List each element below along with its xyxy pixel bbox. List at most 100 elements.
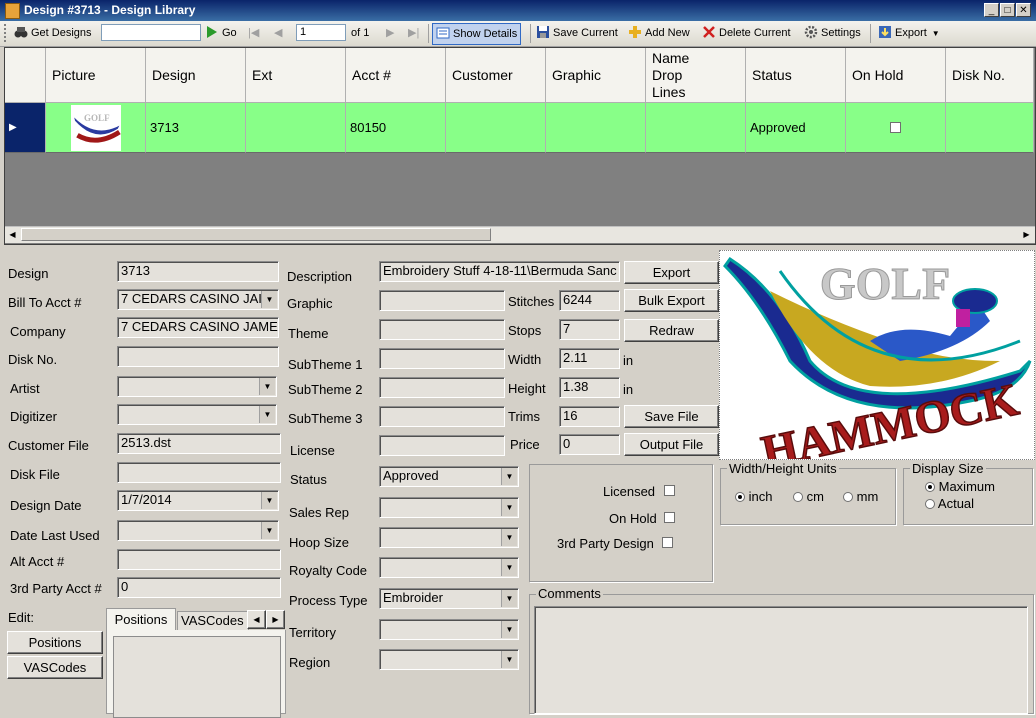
- hoop-size-combo[interactable]: ▼: [379, 527, 519, 548]
- region-combo[interactable]: ▼: [379, 649, 519, 670]
- date-last-used-picker[interactable]: ▼: [117, 520, 279, 541]
- column-header-ext[interactable]: Ext: [246, 48, 346, 103]
- territory-combo[interactable]: ▼: [379, 619, 519, 640]
- column-header-disk-no[interactable]: Disk No.: [946, 48, 1034, 103]
- settings-button[interactable]: Settings: [804, 25, 861, 42]
- tab-vascodes[interactable]: VASCodes: [177, 611, 249, 631]
- delete-current-button[interactable]: Delete Current: [702, 25, 791, 42]
- cell-ext[interactable]: [246, 103, 346, 153]
- cell-disk-no[interactable]: [946, 103, 1034, 153]
- digitizer-combo[interactable]: ▼: [117, 404, 277, 425]
- on-hold-grid-checkbox[interactable]: [890, 122, 901, 133]
- chevron-down-icon[interactable]: ▼: [261, 291, 277, 308]
- on-hold-checkbox[interactable]: [664, 512, 675, 523]
- third-party-acct-field[interactable]: 0: [117, 577, 281, 598]
- design-date-picker[interactable]: 1/7/2014 ▼: [117, 490, 279, 511]
- chevron-down-icon[interactable]: ▼: [501, 621, 517, 638]
- prev-page-icon[interactable]: ◀: [274, 25, 282, 42]
- unit-cm-radio[interactable]: cm: [793, 489, 824, 504]
- first-page-icon[interactable]: |◀: [248, 25, 259, 42]
- process-type-combo[interactable]: Embroider ▼: [379, 588, 519, 609]
- height-field[interactable]: 1.38: [559, 377, 620, 398]
- tab-positions[interactable]: Positions: [106, 608, 176, 631]
- company-field[interactable]: 7 CEDARS CASINO JAME: [117, 317, 279, 338]
- disk-file-field[interactable]: [117, 462, 281, 483]
- graphic-field[interactable]: [379, 290, 505, 311]
- licensed-checkbox[interactable]: [664, 485, 675, 496]
- chevron-down-icon[interactable]: ▼: [259, 406, 275, 423]
- cell-design[interactable]: 3713: [146, 103, 246, 153]
- stitches-field[interactable]: 6244: [559, 290, 620, 311]
- design-field[interactable]: 3713: [117, 261, 279, 282]
- unit-inch-radio[interactable]: inch: [735, 489, 772, 504]
- close-button[interactable]: ✕: [1016, 3, 1031, 17]
- show-details-button[interactable]: Show Details: [432, 23, 522, 45]
- comments-textarea[interactable]: [534, 606, 1028, 714]
- export-button[interactable]: Export: [624, 261, 719, 284]
- license-field[interactable]: [379, 435, 505, 456]
- scroll-left-icon[interactable]: ◀: [5, 227, 20, 242]
- column-header-on-hold[interactable]: On Hold: [846, 48, 946, 103]
- stops-field[interactable]: 7: [559, 319, 620, 340]
- chevron-down-icon[interactable]: ▼: [501, 559, 517, 576]
- price-field[interactable]: 0: [559, 434, 620, 455]
- chevron-down-icon[interactable]: ▼: [501, 499, 517, 516]
- column-header-customer[interactable]: Customer: [446, 48, 546, 103]
- customer-file-field[interactable]: 2513.dst: [117, 433, 281, 454]
- export-dropdown[interactable]: Export ▼: [878, 25, 940, 42]
- cell-name-drop[interactable]: [646, 103, 746, 153]
- tab-scroll-right-icon[interactable]: ▶: [266, 610, 285, 629]
- status-combo[interactable]: Approved ▼: [379, 466, 519, 487]
- bill-to-combo[interactable]: 7 CEDARS CASINO JAI ▼: [117, 289, 279, 310]
- column-header-design[interactable]: Design: [146, 48, 246, 103]
- subtheme1-field[interactable]: [379, 348, 505, 369]
- get-designs-button[interactable]: Get Designs: [14, 25, 92, 42]
- third-party-design-checkbox[interactable]: [662, 537, 673, 548]
- column-header-graphic[interactable]: Graphic: [546, 48, 646, 103]
- chevron-down-icon[interactable]: ▼: [501, 590, 517, 607]
- next-page-icon[interactable]: ▶: [386, 25, 394, 42]
- column-header-status[interactable]: Status: [746, 48, 846, 103]
- positions-button[interactable]: Positions: [7, 631, 103, 654]
- go-button[interactable]: Go: [205, 25, 237, 42]
- description-field[interactable]: Embroidery Stuff 4-18-11\Bermuda Sanc: [379, 261, 620, 282]
- search-input[interactable]: [101, 24, 201, 41]
- cell-acct[interactable]: 80150: [346, 103, 446, 153]
- chevron-down-icon[interactable]: ▼: [501, 529, 517, 546]
- subtheme3-field[interactable]: [379, 406, 505, 427]
- chevron-down-icon[interactable]: ▼: [501, 651, 517, 668]
- trims-field[interactable]: 16: [559, 406, 620, 427]
- last-page-icon[interactable]: ▶|: [408, 25, 419, 42]
- column-header-acct[interactable]: Acct #: [346, 48, 446, 103]
- display-actual-radio[interactable]: Actual: [925, 496, 974, 511]
- save-file-button[interactable]: Save File: [624, 405, 719, 428]
- cell-on-hold[interactable]: [846, 103, 946, 153]
- bulk-export-button[interactable]: Bulk Export: [624, 289, 719, 312]
- disk-no-field[interactable]: [117, 346, 279, 367]
- chevron-down-icon[interactable]: ▼: [501, 468, 517, 485]
- minimize-button[interactable]: _: [984, 3, 999, 17]
- unit-mm-radio[interactable]: mm: [843, 489, 878, 504]
- theme-field[interactable]: [379, 319, 505, 340]
- chevron-down-icon[interactable]: ▼: [259, 378, 275, 395]
- width-field[interactable]: 2.11: [559, 348, 620, 369]
- chevron-down-icon[interactable]: ▼: [261, 522, 277, 539]
- artist-combo[interactable]: ▼: [117, 376, 277, 397]
- alt-acct-field[interactable]: [117, 549, 281, 570]
- royalty-code-combo[interactable]: ▼: [379, 557, 519, 578]
- subtheme2-field[interactable]: [379, 377, 505, 398]
- save-current-button[interactable]: Save Current: [536, 25, 618, 42]
- add-new-button[interactable]: Add New: [628, 25, 690, 42]
- cell-graphic[interactable]: [546, 103, 646, 153]
- scroll-right-icon[interactable]: ▶: [1019, 227, 1034, 242]
- vascodes-button[interactable]: VASCodes: [7, 656, 103, 679]
- display-maximum-radio[interactable]: Maximum: [925, 479, 995, 494]
- cell-customer[interactable]: [446, 103, 546, 153]
- horizontal-scrollbar[interactable]: ◀ ▶: [5, 226, 1035, 243]
- page-input[interactable]: 1: [296, 24, 346, 41]
- output-file-button[interactable]: Output File: [624, 433, 719, 456]
- maximize-button[interactable]: □: [1000, 3, 1015, 17]
- scrollbar-thumb[interactable]: [21, 228, 491, 241]
- chevron-down-icon[interactable]: ▼: [261, 492, 277, 509]
- redraw-button[interactable]: Redraw: [624, 319, 719, 342]
